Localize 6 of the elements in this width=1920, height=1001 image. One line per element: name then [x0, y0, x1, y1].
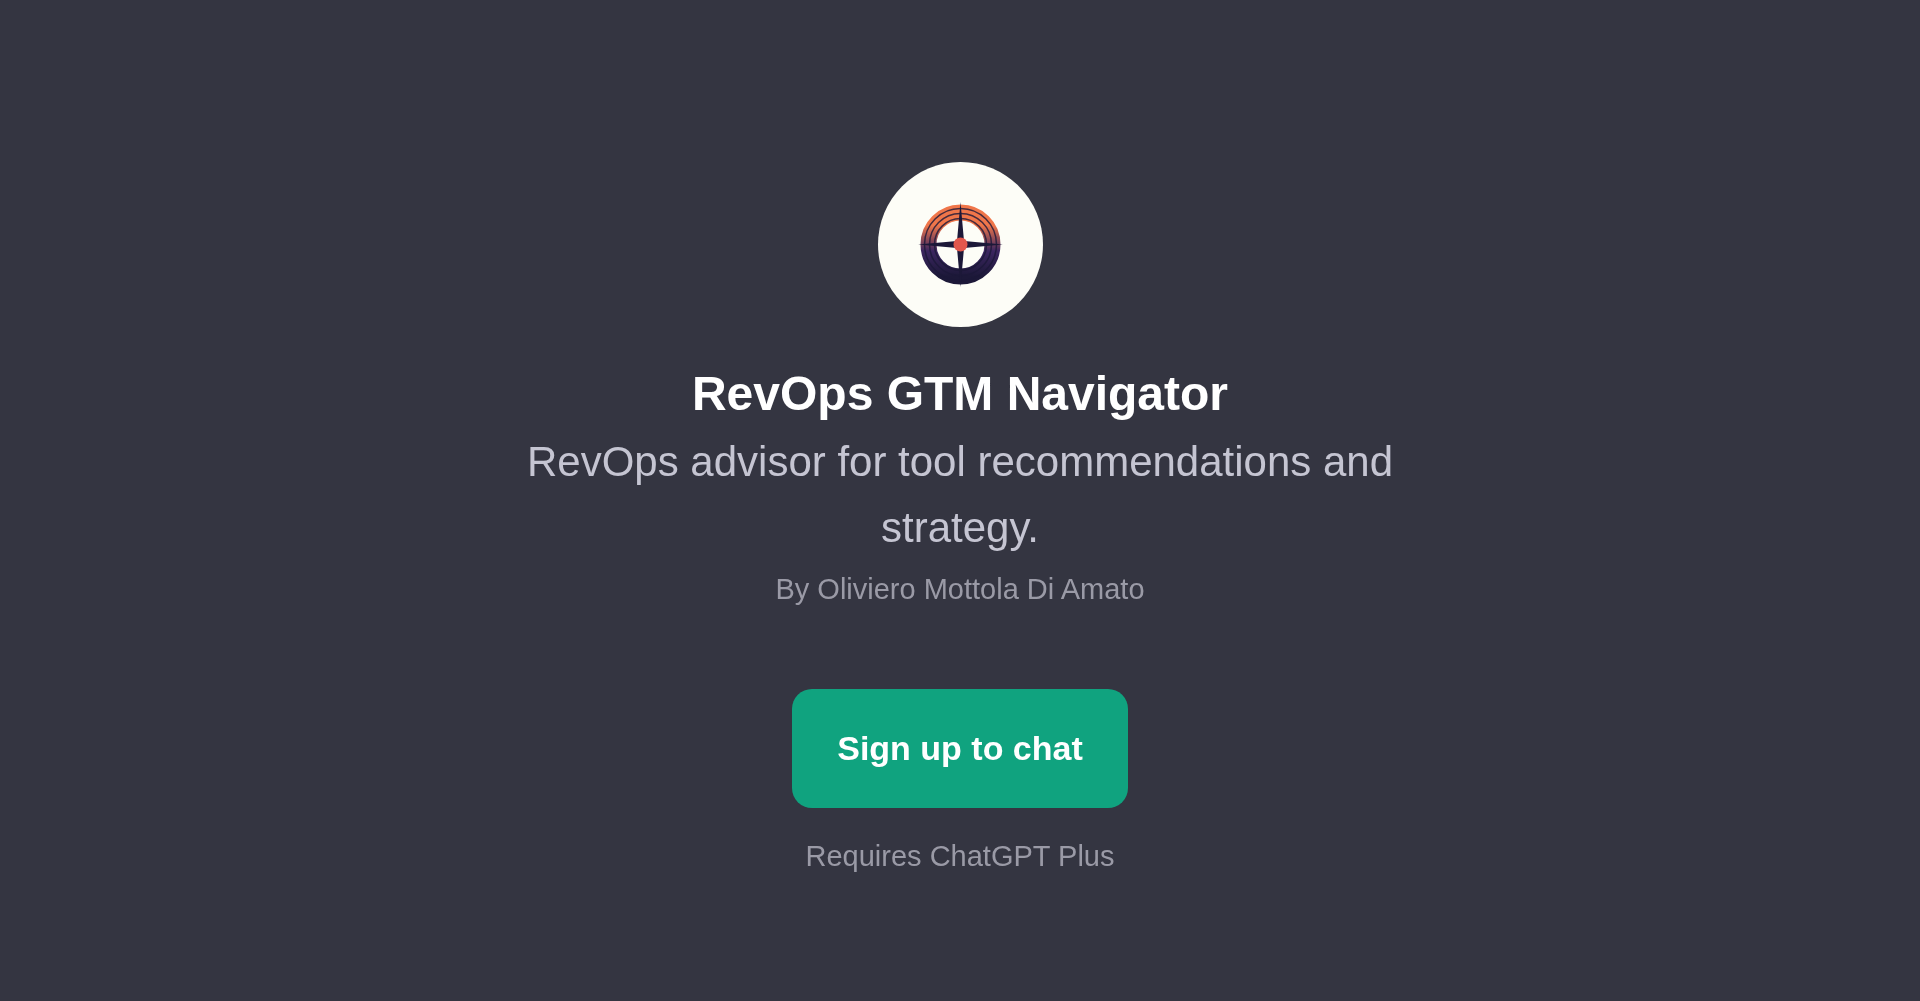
author-byline: By Oliviero Mottola Di Amato: [775, 572, 1145, 607]
signup-button[interactable]: Sign up to chat: [792, 689, 1128, 808]
compass-logo-icon: [877, 162, 1043, 327]
requirement-note: Requires ChatGPT Plus: [805, 840, 1115, 873]
gpt-title: RevOps GTM Navigator: [691, 366, 1229, 422]
gpt-description: RevOps advisor for tool recommendations and strategy.: [525, 437, 1395, 553]
